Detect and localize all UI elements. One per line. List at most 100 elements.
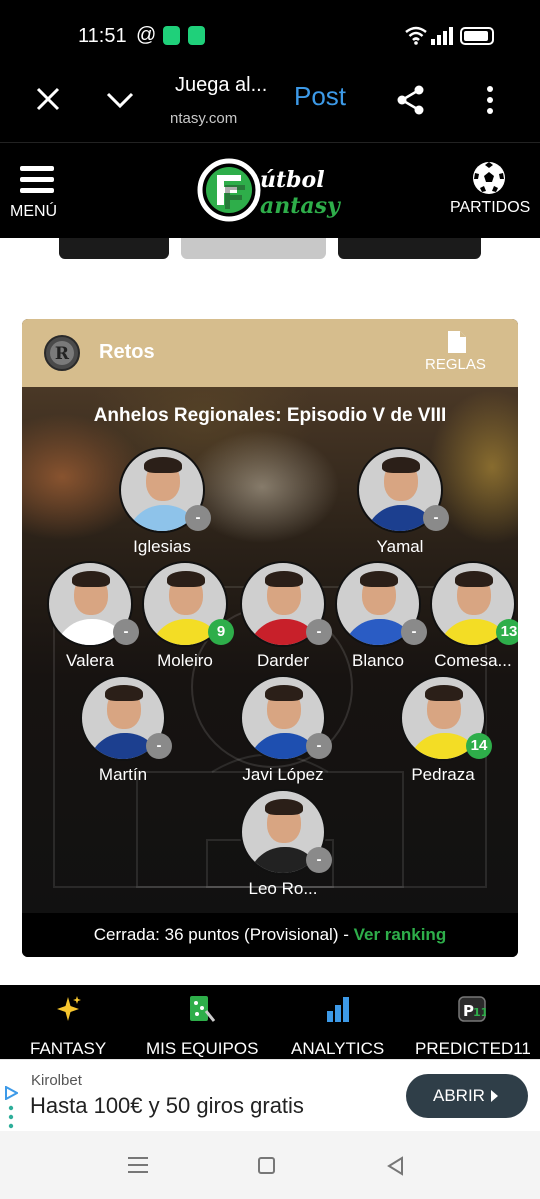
ad-open-label: ABRIR [433,1086,485,1105]
ad-banner[interactable]: Kirolbet Hasta 100€ y 50 giros gratis AB… [0,1059,540,1131]
nav-item-predicted11[interactable]: P 11 PREDICTED11 [412,995,536,1058]
player-name: Leo Ro... [248,879,318,898]
player-score-badge: 13 [496,619,518,645]
ad-options-icon[interactable] [8,1104,14,1130]
challenge-title: Anhelos Regionales: Episodio V de VIII [93,405,447,426]
tab-peek-right[interactable] [338,238,481,259]
player-token[interactable]: - Martín [66,675,176,785]
ranking-link[interactable]: Ver ranking [354,925,447,944]
player-token[interactable]: - Iglesias [105,447,215,557]
site-header: MENÚ útbol antasy PARTIDOS [0,142,540,238]
wifi-icon [405,26,427,45]
player-name: Iglesias [133,537,191,556]
svg-text:11: 11 [473,1006,486,1019]
player-name: Martín [98,765,148,784]
predicted11-icon: P 11 [458,996,486,1022]
player-hair [265,571,303,587]
ad-headline: Hasta 100€ y 50 giros gratis [30,1093,304,1118]
player-token[interactable]: - Leo Ro... [226,789,336,899]
page-url: ntasy.com [170,110,238,127]
nav-label-mis-equipos: MIS EQUIPOS [146,1039,259,1058]
matches-button[interactable]: PARTIDOS [448,161,536,231]
player-score-badge: - [185,505,211,531]
retos-badge-icon: R [44,335,80,371]
player-token[interactable]: 14 Pedraza [386,675,496,785]
tab-peek-middle[interactable] [181,238,326,259]
status-time: 11:51 [78,25,127,47]
player-hair [360,571,398,587]
document-icon [448,331,466,353]
menu-button[interactable]: MENÚ [10,163,66,229]
more-options-icon[interactable] [480,84,500,116]
home-icon[interactable] [258,1157,275,1174]
nav-item-fantasy[interactable]: FANTASY [22,995,114,1058]
post-button[interactable]: Post [294,81,346,112]
at-notification-icon: @ [136,24,157,46]
lineup-pitch: Anhelos Regionales: Episodio V de VIII -… [22,387,518,913]
menu-label: MENÚ [10,203,58,220]
card-header: R Retos REGLAS [22,319,518,387]
recents-icon[interactable] [128,1157,148,1178]
close-icon[interactable] [33,84,63,114]
player-score-badge: 14 [466,733,492,759]
signal-icon [431,27,453,45]
status-bar: 11:51 @ [0,0,540,70]
player-name: Comesa... [434,651,512,670]
player-hair [265,799,303,815]
futbol-fantasy-logo[interactable]: útbol antasy [197,155,347,225]
player-hair [105,685,143,701]
player-name: Javi López [242,765,324,784]
sparkles-icon [57,996,81,1021]
rules-label: REGLAS [425,356,486,373]
lineup-board-icon [190,996,216,1022]
battery-icon [460,27,494,45]
player-hair [425,685,463,701]
player-score-badge: - [306,733,332,759]
nav-label-predicted11: PREDICTED11 [415,1039,531,1058]
matches-label: PARTIDOS [450,199,531,216]
browser-toolbar: Juega al... ntasy.com Post [0,70,540,142]
bottom-navigation: FANTASY MIS EQUIPOS ANALYTICS P 11 PREDI… [0,985,540,1059]
share-icon[interactable] [396,84,426,116]
player-token[interactable]: - Javi López [226,675,336,785]
battery-saver-icon [163,26,180,45]
nav-label-analytics: ANALYTICS [291,1039,385,1058]
player-score-badge: - [146,733,172,759]
challenge-status: Cerrada: 36 puntos (Provisional) - [93,925,354,944]
player-hair [144,457,182,473]
player-hair [167,571,205,587]
card-footer: Cerrada: 36 puntos (Provisional) - Ver r… [22,913,518,957]
player-score-badge: - [306,847,332,873]
back-icon[interactable] [386,1156,406,1176]
player-token[interactable]: - Yamal [343,447,453,557]
svg-text:R: R [55,344,70,364]
footer-text: Cerrada: 36 puntos (Provisional) - Ver r… [22,925,518,945]
shield-icon [188,26,205,45]
player-hair [72,571,110,587]
player-token[interactable]: 13 Comesa... [416,561,518,671]
tab-peek-left[interactable] [59,238,169,259]
system-navigation-bar [0,1131,540,1199]
svg-text:útbol: útbol [260,167,325,193]
adchoices-icon[interactable] [4,1086,18,1100]
play-arrow-icon [491,1090,498,1102]
page-title: Juega al... [175,74,268,96]
hamburger-icon [20,166,54,199]
svg-text:antasy: antasy [260,193,342,219]
player-name: Yamal [376,537,424,556]
bar-chart-icon [327,997,349,1022]
nav-item-analytics[interactable]: ANALYTICS [288,995,388,1058]
challenge-card: R Retos REGLAS Anhelos Regionales: Episo… [22,319,518,957]
nav-label-fantasy: FANTASY [30,1039,107,1058]
ad-open-button[interactable]: ABRIR [406,1074,528,1118]
player-hair [455,571,493,587]
soccer-ball-icon [473,162,505,194]
card-title: Retos [99,341,155,363]
player-name: Pedraza [411,765,475,784]
nav-item-mis-equipos[interactable]: MIS EQUIPOS [143,995,263,1058]
player-score-badge: - [423,505,449,531]
player-hair [265,685,303,701]
chevron-down-icon[interactable] [105,85,135,115]
player-hair [382,457,420,473]
rules-button[interactable]: REGLAS [423,331,493,381]
